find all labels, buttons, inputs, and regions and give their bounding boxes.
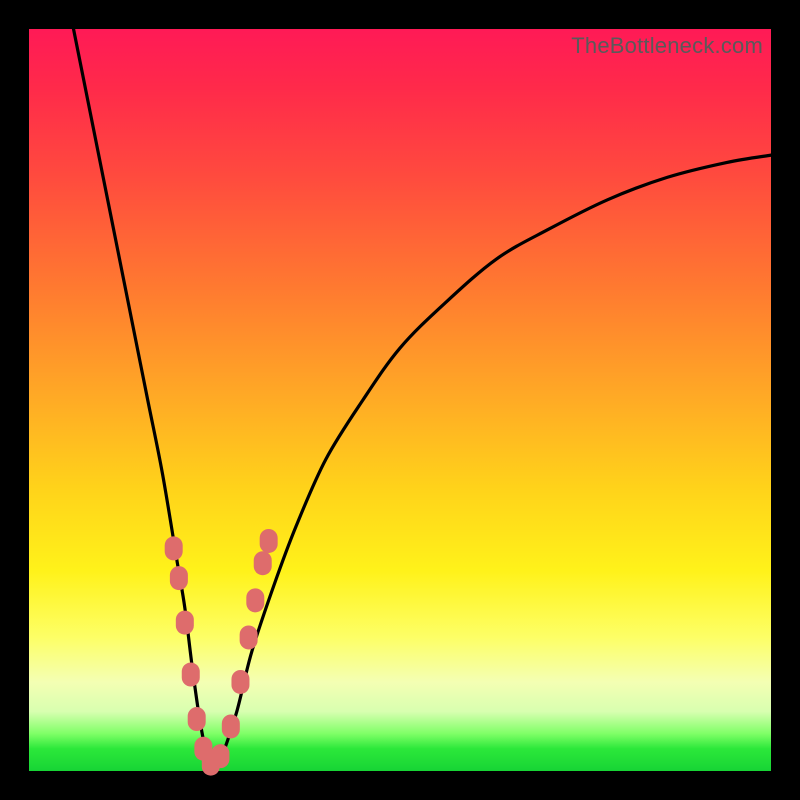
- curve-marker: [222, 714, 240, 738]
- curve-marker: [170, 566, 188, 590]
- curve-marker: [260, 529, 278, 553]
- curve-marker: [188, 707, 206, 731]
- chart-svg: [29, 29, 771, 771]
- curve-marker: [231, 670, 249, 694]
- bottleneck-curve: [74, 29, 771, 771]
- chart-frame: TheBottleneck.com: [0, 0, 800, 800]
- curve-marker: [240, 625, 258, 649]
- curve-marker: [165, 536, 183, 560]
- chart-plot-area: TheBottleneck.com: [29, 29, 771, 771]
- curve-marker: [211, 744, 229, 768]
- marker-group: [165, 529, 278, 776]
- curve-marker: [254, 551, 272, 575]
- curve-marker: [246, 588, 264, 612]
- curve-marker: [182, 663, 200, 687]
- curve-marker: [176, 611, 194, 635]
